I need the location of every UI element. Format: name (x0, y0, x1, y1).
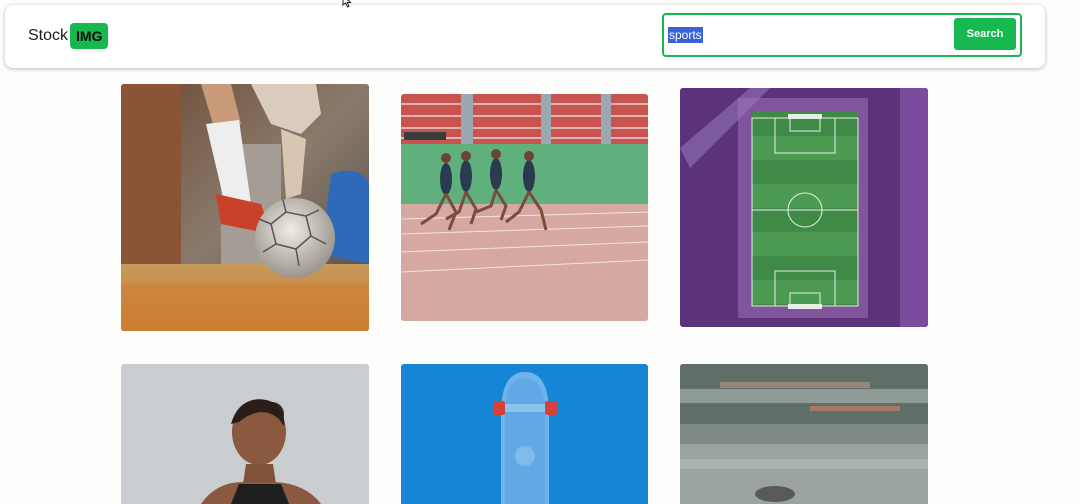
gallery-image-motion-blur[interactable] (680, 364, 928, 504)
search-input[interactable] (667, 25, 947, 45)
brand-text: Stock (28, 27, 69, 44)
navbar: Stock IMG sports Search (5, 5, 1045, 68)
search-form: sports Search (662, 13, 1022, 57)
gallery-image-athlete-portrait[interactable] (121, 364, 369, 504)
brand-badge: IMG (70, 23, 109, 49)
mouse-cursor-icon (342, 0, 352, 8)
gallery-image-soccer-ball[interactable] (121, 84, 369, 331)
gallery-image-skateboard[interactable] (401, 364, 648, 504)
gallery-image-aerial-field[interactable] (680, 88, 928, 327)
search-button[interactable]: Search (954, 18, 1016, 50)
gallery-image-track-runners[interactable] (401, 94, 648, 321)
brand-logo[interactable]: Stock IMG (28, 23, 109, 49)
